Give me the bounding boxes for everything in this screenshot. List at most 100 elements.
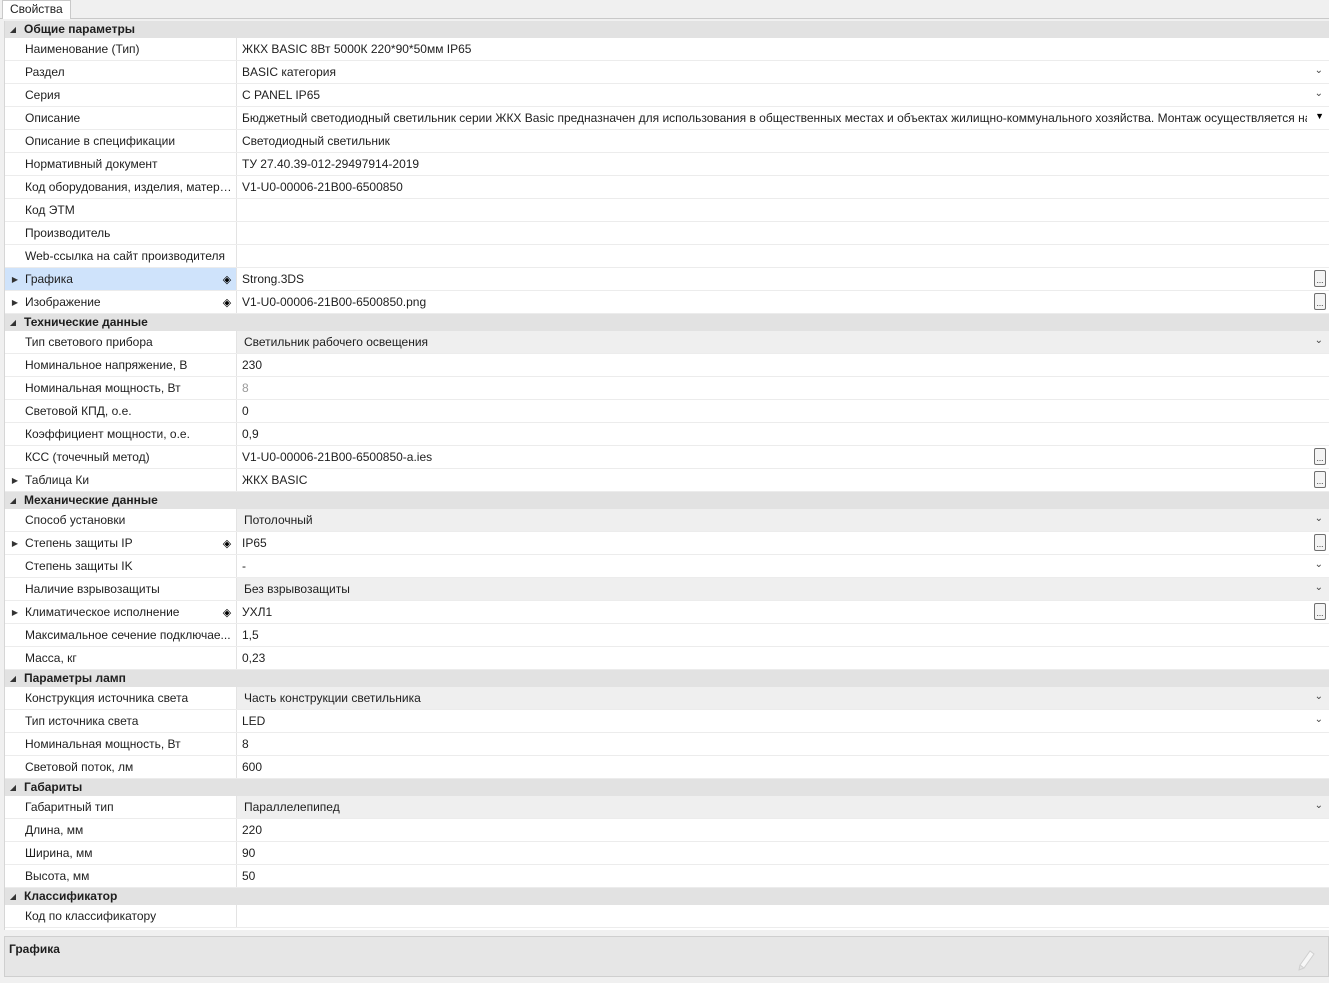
property-value-cell[interactable]: LED ⌄ — [237, 710, 1329, 732]
property-name-cell[interactable]: Web-ссылка на сайт производителя — [5, 245, 237, 267]
property-value-cell[interactable]: - ⌄ — [237, 555, 1329, 577]
ellipsis-button-icon[interactable]: ... — [1314, 471, 1326, 488]
category-header[interactable]: ◢ Механические данные — [5, 492, 1329, 509]
property-row[interactable]: Номинальное напряжение, В 230 — [5, 354, 1329, 377]
property-row[interactable]: ▶ Климатическое исполнение ◈ УХЛ1... — [5, 601, 1329, 624]
property-row[interactable]: Длина, мм 220 — [5, 819, 1329, 842]
category-header[interactable]: ◢ Габариты — [5, 779, 1329, 796]
property-row[interactable]: ▶ Таблица Ки ЖКХ BASIC... — [5, 469, 1329, 492]
property-row[interactable]: Раздел BASIC категория ⌄ — [5, 61, 1329, 84]
property-value-cell[interactable]: V1-U0-00006-21B00-6500850 — [237, 176, 1329, 198]
property-row[interactable]: Тип источника света LED ⌄ — [5, 710, 1329, 733]
property-name-cell[interactable]: Степень защиты IK — [5, 555, 237, 577]
collapse-triangle-icon[interactable]: ◢ — [5, 670, 21, 686]
property-name-cell[interactable]: ▶ Графика ◈ — [5, 268, 237, 290]
property-row[interactable]: Описание в спецификации Светодиодный свет… — [5, 130, 1329, 153]
property-value-cell[interactable]: УХЛ1... — [237, 601, 1329, 623]
property-row[interactable]: Максимальное сечение подключае... 1,5 — [5, 624, 1329, 647]
tab-properties[interactable]: Свойства — [2, 0, 71, 19]
property-name-cell[interactable]: Код оборудования, изделия, матери... — [5, 176, 237, 198]
property-name-cell[interactable]: ▶ Изображение ◈ — [5, 291, 237, 313]
property-row[interactable]: Масса, кг 0,23 — [5, 647, 1329, 670]
property-name-cell[interactable]: ▶ Степень защиты IP ◈ — [5, 532, 237, 554]
property-value-cell[interactable] — [237, 245, 1329, 267]
property-name-cell[interactable]: Масса, кг — [5, 647, 237, 669]
collapse-triangle-icon[interactable]: ◢ — [5, 888, 21, 904]
property-value-cell[interactable]: Светильник рабочего освещения ⌄ — [237, 331, 1329, 353]
property-value-cell[interactable]: IP65... — [237, 532, 1329, 554]
expand-triangle-icon[interactable]: ▶ — [5, 608, 25, 617]
property-value-cell[interactable]: 600 — [237, 756, 1329, 778]
category-header[interactable]: ◢ Общие параметры — [5, 21, 1329, 38]
property-value-cell[interactable]: Бюджетный светодиодный светильник серии … — [237, 107, 1329, 129]
property-value-cell[interactable]: 1,5 — [237, 624, 1329, 646]
expand-triangle-icon[interactable]: ▶ — [5, 275, 25, 284]
chevron-down-icon[interactable]: ⌄ — [1315, 88, 1323, 99]
chevron-down-icon[interactable]: ⌄ — [1315, 691, 1323, 702]
property-name-cell[interactable]: Длина, мм — [5, 819, 237, 841]
property-row[interactable]: ▶ Степень защиты IP ◈ IP65... — [5, 532, 1329, 555]
ellipsis-button-icon[interactable]: ... — [1314, 448, 1326, 465]
property-value-cell[interactable]: C PANEL IP65 ⌄ — [237, 84, 1329, 106]
property-row[interactable]: Код оборудования, изделия, матери... V1-U… — [5, 176, 1329, 199]
property-name-cell[interactable]: Наличие взрывозащиты — [5, 578, 237, 600]
ellipsis-button-icon[interactable]: ... — [1314, 534, 1326, 551]
property-name-cell[interactable]: Способ установки — [5, 509, 237, 531]
property-name-cell[interactable]: Тип источника света — [5, 710, 237, 732]
chevron-down-icon[interactable]: ⌄ — [1315, 714, 1323, 725]
property-row[interactable]: Наименование (Тип) ЖКХ BASIC 8Вт 5000К 22… — [5, 38, 1329, 61]
property-value-cell[interactable]: ТУ 27.40.39-012-29497914-2019 — [237, 153, 1329, 175]
property-name-cell[interactable]: КСС (точечный метод) — [5, 446, 237, 468]
property-row[interactable]: Web-ссылка на сайт производителя — [5, 245, 1329, 268]
property-row[interactable]: Код ЭТМ — [5, 199, 1329, 222]
property-row[interactable]: Нормативный документ ТУ 27.40.39-012-2949… — [5, 153, 1329, 176]
collapse-triangle-icon[interactable]: ◢ — [5, 314, 21, 330]
property-value-cell[interactable]: 230 — [237, 354, 1329, 376]
expand-triangle-icon[interactable]: ▶ — [5, 298, 25, 307]
category-header[interactable]: ◢ Классификатор — [5, 888, 1329, 905]
property-value-cell[interactable]: Потолочный ⌄ — [237, 509, 1329, 531]
property-row[interactable]: Ширина, мм 90 — [5, 842, 1329, 865]
property-row[interactable]: Тип светового прибора Светильник рабочего… — [5, 331, 1329, 354]
property-value-cell[interactable]: BASIC категория ⌄ — [237, 61, 1329, 83]
property-name-cell[interactable]: Ширина, мм — [5, 842, 237, 864]
property-value-cell[interactable]: ЖКХ BASIC 8Вт 5000К 220*90*50мм IP65 — [237, 38, 1329, 60]
collapse-triangle-icon[interactable]: ◢ — [5, 21, 21, 37]
ellipsis-button-icon[interactable]: ... — [1314, 270, 1326, 287]
property-row[interactable]: Описание Бюджетный светодиодный светильни… — [5, 107, 1329, 130]
property-value-cell[interactable] — [237, 222, 1329, 244]
property-row[interactable]: ▶ Графика ◈ Strong.3DS... — [5, 268, 1329, 291]
property-name-cell[interactable]: Нормативный документ — [5, 153, 237, 175]
property-row[interactable]: Габаритный тип Параллелепипед ⌄ — [5, 796, 1329, 819]
expand-triangle-icon[interactable]: ▶ — [5, 539, 25, 548]
property-row[interactable]: Конструкция источника света Часть констру… — [5, 687, 1329, 710]
property-value-cell[interactable]: 90 — [237, 842, 1329, 864]
property-row[interactable]: Производитель — [5, 222, 1329, 245]
property-value-cell[interactable]: V1-U0-00006-21B00-6500850-a.ies... — [237, 446, 1329, 468]
property-row[interactable]: Номинальная мощность, Вт 8 — [5, 733, 1329, 756]
property-name-cell[interactable]: ▶ Таблица Ки — [5, 469, 237, 491]
property-value-cell[interactable]: 0,9 — [237, 423, 1329, 445]
property-value-cell[interactable] — [237, 905, 1329, 927]
property-name-cell[interactable]: Код ЭТМ — [5, 199, 237, 221]
property-row[interactable]: Код по классификатору — [5, 905, 1329, 928]
property-row[interactable]: Световой КПД, о.е. 0 — [5, 400, 1329, 423]
property-value-cell[interactable]: Параллелепипед ⌄ — [237, 796, 1329, 818]
property-name-cell[interactable]: Тип светового прибора — [5, 331, 237, 353]
property-value-cell[interactable] — [237, 199, 1329, 221]
dropdown-arrow-icon[interactable]: ▼ — [1315, 111, 1324, 121]
property-name-cell[interactable]: Код по классификатору — [5, 905, 237, 927]
property-row[interactable]: Степень защиты IK - ⌄ — [5, 555, 1329, 578]
property-row[interactable]: Номинальная мощность, Вт 8 — [5, 377, 1329, 400]
property-name-cell[interactable]: Наименование (Тип) — [5, 38, 237, 60]
chevron-down-icon[interactable]: ⌄ — [1315, 582, 1323, 593]
chevron-down-icon[interactable]: ⌄ — [1315, 513, 1323, 524]
chevron-down-icon[interactable]: ⌄ — [1315, 65, 1323, 76]
property-name-cell[interactable]: Номинальное напряжение, В — [5, 354, 237, 376]
property-name-cell[interactable]: Габаритный тип — [5, 796, 237, 818]
property-value-cell[interactable]: Без взрывозащиты ⌄ — [237, 578, 1329, 600]
collapse-triangle-icon[interactable]: ◢ — [5, 779, 21, 795]
property-value-cell[interactable]: ЖКХ BASIC... — [237, 469, 1329, 491]
property-name-cell[interactable]: Раздел — [5, 61, 237, 83]
category-header[interactable]: ◢ Параметры ламп — [5, 670, 1329, 687]
